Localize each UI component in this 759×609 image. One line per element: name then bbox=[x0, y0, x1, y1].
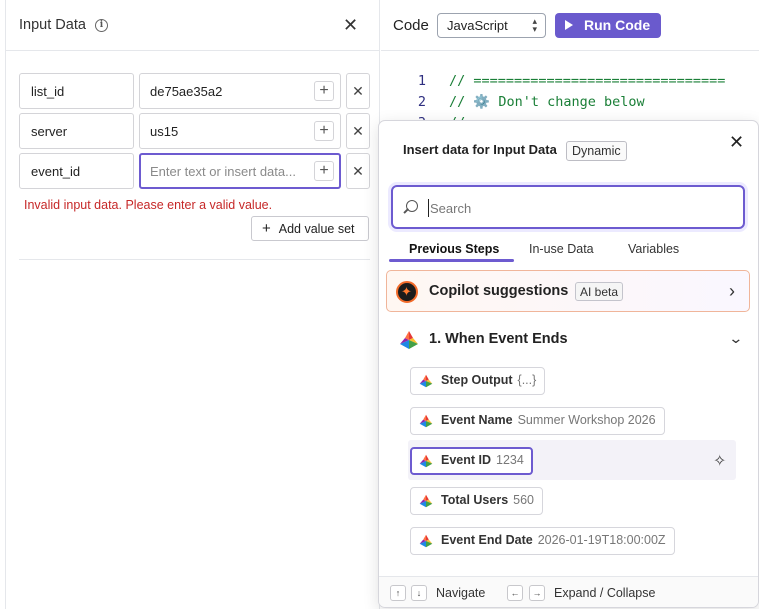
step-header[interactable]: 1. When Event Ends ⌄ bbox=[399, 330, 744, 352]
arrow-up-icon: ↑ bbox=[390, 585, 406, 601]
code-comment: // =============================== bbox=[449, 73, 726, 89]
field-value: 2026-01-19T18:00:00Z bbox=[537, 533, 666, 547]
add-value-set-button[interactable]: + Add value set bbox=[251, 216, 369, 241]
remove-row-close-icon[interactable]: ✕ bbox=[346, 153, 370, 189]
value-field[interactable]: de75ae35a2 + bbox=[139, 73, 341, 109]
insert-data-popover: Insert data for Input Data Dynamic ✕ Pre… bbox=[378, 120, 759, 608]
arrow-left-icon: ← bbox=[507, 585, 523, 601]
plus-icon: + bbox=[262, 220, 271, 237]
step-title: 1. When Event Ends bbox=[429, 331, 568, 347]
close-icon[interactable]: ✕ bbox=[343, 16, 358, 34]
remove-row-close-icon[interactable]: ✕ bbox=[346, 73, 370, 109]
input-data-panel: Input Data i ✕ list_id de75ae35a2 + ✕ se… bbox=[5, 0, 380, 609]
search-input[interactable] bbox=[428, 199, 728, 217]
field-chip[interactable]: Step Output {...} bbox=[410, 367, 546, 395]
input-row: event_id Enter text or insert data... + … bbox=[19, 153, 370, 189]
dynamic-badge: Dynamic bbox=[566, 141, 627, 161]
app-logo-icon bbox=[419, 494, 433, 508]
input-row: list_id de75ae35a2 + ✕ bbox=[19, 73, 370, 109]
close-icon[interactable]: ✕ bbox=[729, 132, 744, 153]
value-placeholder: Enter text or insert data... bbox=[150, 164, 296, 179]
tab-in-use-data[interactable]: In-use Data bbox=[529, 240, 594, 262]
copilot-label: Copilot suggestions bbox=[429, 283, 569, 299]
field-chip[interactable]: Event End Date 2026-01-19T18:00:00Z bbox=[410, 527, 675, 555]
code-comment: // ⚙️ Don't change below bbox=[449, 94, 645, 110]
field-label: Event End Date bbox=[441, 533, 533, 547]
insert-data-plus-icon[interactable]: + bbox=[314, 161, 334, 181]
navigate-hint: Navigate bbox=[436, 586, 486, 600]
value-text: de75ae35a2 bbox=[150, 84, 223, 99]
language-select[interactable]: JavaScript ▴ ▾ bbox=[437, 13, 546, 38]
field-value: 560 bbox=[513, 493, 535, 507]
insert-data-plus-icon[interactable]: + bbox=[314, 121, 334, 141]
code-title: Code bbox=[393, 17, 429, 34]
app-logo-icon bbox=[400, 331, 418, 349]
field-label: Event ID bbox=[441, 453, 492, 467]
active-tab-indicator bbox=[389, 259, 514, 262]
add-value-set-label: Add value set bbox=[278, 222, 355, 236]
app-logo-icon bbox=[419, 534, 433, 548]
chevron-right-icon: › bbox=[729, 281, 735, 301]
sparkle-icon[interactable]: ✧ bbox=[713, 451, 726, 471]
error-message: Invalid input data. Please enter a valid… bbox=[24, 198, 273, 212]
remove-row-close-icon[interactable]: ✕ bbox=[346, 113, 370, 149]
copilot-icon bbox=[396, 281, 418, 303]
field-value: 1234 bbox=[496, 453, 524, 467]
field-label: Total Users bbox=[441, 493, 509, 507]
field-value: Summer Workshop 2026 bbox=[517, 413, 656, 427]
expand-collapse-hint: Expand / Collapse bbox=[554, 586, 656, 600]
key-field[interactable]: list_id bbox=[19, 73, 134, 109]
arrow-right-icon: → bbox=[529, 585, 545, 601]
value-text: us15 bbox=[150, 124, 179, 139]
input-row: server us15 + ✕ bbox=[19, 113, 370, 149]
divider bbox=[19, 259, 370, 260]
ai-beta-badge: AI beta bbox=[575, 282, 624, 301]
field-chip-selected[interactable]: Event ID 1234 bbox=[410, 447, 533, 475]
tab-variables[interactable]: Variables bbox=[628, 240, 679, 262]
play-icon bbox=[565, 20, 573, 30]
field-chip[interactable]: Total Users 560 bbox=[410, 487, 544, 515]
search-box[interactable] bbox=[391, 185, 745, 229]
chevron-updown-icon: ▴ ▾ bbox=[532, 16, 537, 34]
run-code-label: Run Code bbox=[584, 17, 651, 33]
info-icon[interactable]: i bbox=[95, 19, 108, 32]
app-logo-icon bbox=[419, 374, 433, 388]
line-number: 2 bbox=[417, 94, 426, 110]
value-field[interactable]: us15 + bbox=[139, 113, 341, 149]
input-data-title: Input Data bbox=[19, 17, 86, 33]
chevron-down-icon: ⌄ bbox=[728, 330, 744, 346]
search-icon bbox=[406, 200, 418, 212]
arrow-down-icon: ↓ bbox=[411, 585, 427, 601]
code-header: Code JavaScript ▴ ▾ Run Code bbox=[381, 0, 759, 51]
input-data-header: Input Data i ✕ bbox=[6, 0, 379, 51]
insert-data-plus-icon[interactable]: + bbox=[314, 81, 334, 101]
app-logo-icon bbox=[419, 414, 433, 428]
key-field[interactable]: server bbox=[19, 113, 134, 149]
popover-footer: ↑ ↓ Navigate ← → Expand / Collapse bbox=[379, 576, 758, 607]
app-logo-icon bbox=[419, 454, 433, 468]
copilot-suggestions-row[interactable]: Copilot suggestions AI beta › bbox=[386, 270, 750, 312]
key-field[interactable]: event_id bbox=[19, 153, 134, 189]
language-value: JavaScript bbox=[447, 18, 508, 33]
run-code-button[interactable]: Run Code bbox=[555, 13, 661, 38]
field-label: Step Output bbox=[441, 373, 513, 387]
field-chip[interactable]: Event Name Summer Workshop 2026 bbox=[410, 407, 665, 435]
field-label: Event Name bbox=[441, 413, 513, 427]
line-number: 1 bbox=[417, 73, 426, 89]
value-field-active[interactable]: Enter text or insert data... + bbox=[139, 153, 341, 189]
popover-title: Insert data for Input Data bbox=[403, 142, 557, 157]
field-value: {...} bbox=[517, 373, 537, 387]
